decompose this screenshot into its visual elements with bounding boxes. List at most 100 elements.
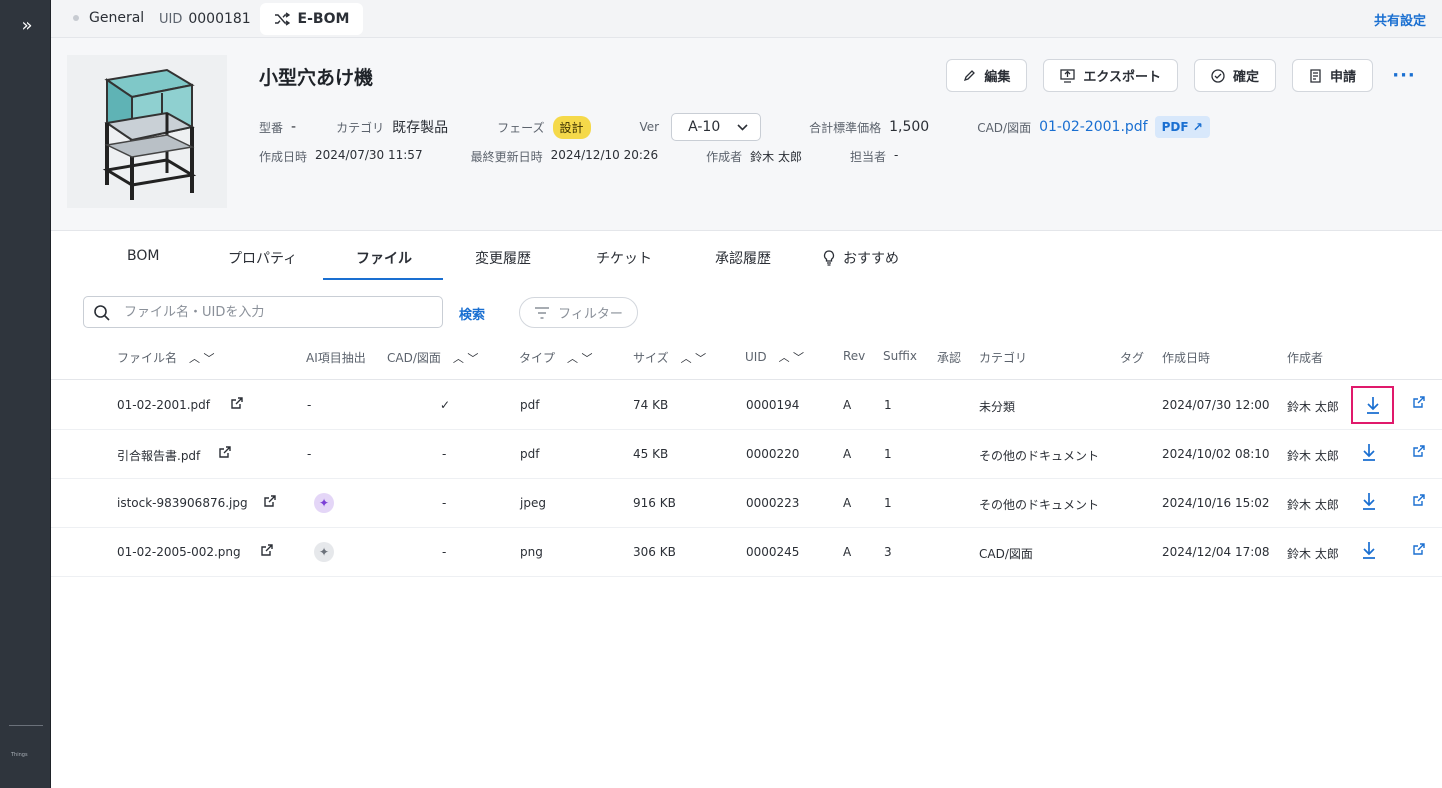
column-uid: UID ︿ ﹀	[745, 349, 804, 365]
download-button[interactable]	[1351, 386, 1394, 424]
ai-sparkle-active-icon[interactable]: ✦	[314, 493, 334, 513]
external-link-icon[interactable]	[263, 495, 276, 508]
column-type-label: タイプ	[519, 351, 556, 365]
external-link-icon[interactable]	[230, 397, 243, 410]
file-rev: A	[843, 447, 852, 461]
sort-cad-icon[interactable]: ︿ ﹀	[453, 350, 479, 366]
model-value: -	[291, 119, 297, 135]
column-rev: Rev	[843, 349, 865, 363]
open-external-icon[interactable]	[1412, 543, 1425, 556]
meta-row-2: 作成日時 2024/07/30 11:57 最終更新日時 2024/12/10 …	[259, 148, 898, 165]
tab-properties[interactable]: プロパティ	[228, 248, 297, 268]
apply-button[interactable]: 申請	[1291, 59, 1373, 92]
column-category-label: カテゴリ	[979, 351, 1028, 365]
file-created: 2024/07/30 12:00	[1162, 398, 1270, 412]
pdf-open-badge[interactable]: PDF ↗	[1154, 116, 1210, 138]
created-value: 2024/07/30 11:57	[315, 148, 423, 162]
file-author: 鈴木 太郎	[1287, 400, 1339, 414]
apply-button-label: 申請	[1329, 70, 1356, 85]
search-input[interactable]	[124, 297, 434, 327]
file-category: 未分類	[979, 400, 1016, 414]
file-created: 2024/10/02 08:10	[1162, 447, 1270, 461]
chevron-down-icon	[737, 123, 748, 131]
tab-change-history[interactable]: 変更履歴	[475, 248, 531, 268]
column-approval-label: 承認	[937, 351, 962, 365]
filter-button-label: フィルター	[558, 307, 623, 322]
author-value: 鈴木 太郎	[750, 150, 802, 164]
tab-ebom-label: E-BOM	[297, 11, 350, 27]
sort-type-icon[interactable]: ︿ ﹀	[567, 350, 593, 366]
tab-approval-history[interactable]: 承認履歴	[715, 248, 771, 268]
assignee-value: -	[894, 148, 899, 162]
tab-files[interactable]: ファイル	[356, 248, 412, 268]
app-logo: Things	[11, 752, 28, 758]
open-external-icon[interactable]	[1412, 445, 1425, 458]
file-category: その他のドキュメント	[979, 498, 1100, 512]
export-icon	[1060, 68, 1075, 83]
file-type: pdf	[520, 398, 540, 412]
edit-button[interactable]: 編集	[946, 59, 1028, 92]
top-bar: General UID 0000181 E-BOM 共有設定	[51, 0, 1442, 38]
share-settings-link[interactable]: 共有設定	[1374, 10, 1426, 29]
confirm-button-label: 確定	[1232, 70, 1259, 85]
sort-uid-icon[interactable]: ︿ ﹀	[779, 349, 805, 365]
tab-bom[interactable]: BOM	[127, 248, 159, 264]
external-link-icon[interactable]	[218, 446, 231, 459]
table-row[interactable]: 01-02-2005-002.png ✦ - png 306 KB 000024…	[51, 528, 1442, 577]
table-row[interactable]: 引合報告書.pdf - - pdf 45 KB 0000220 A 1 その他の…	[51, 430, 1442, 479]
expand-sidebar-icon[interactable]: »	[17, 16, 37, 36]
cad-file-link[interactable]: 01-02-2001.pdf	[1039, 119, 1148, 135]
tab-tickets[interactable]: チケット	[596, 248, 652, 268]
column-suffix-label: Suffix	[883, 349, 917, 363]
tab-recommendations[interactable]: おすすめ	[823, 248, 899, 268]
product-thumbnail	[67, 55, 227, 208]
tab-ebom[interactable]: E-BOM	[260, 3, 363, 35]
download-icon[interactable]	[1362, 443, 1376, 461]
product-header: 小型穴あけ機 編集 エクスポート 確定 申請 ··· 型番 - カテゴリ 既存製…	[51, 38, 1442, 231]
assignee-label: 担当者	[850, 150, 887, 164]
file-name: istock-983906876.jpg	[117, 496, 248, 510]
external-link-icon[interactable]	[260, 544, 273, 557]
download-icon[interactable]	[1362, 541, 1376, 559]
page-title: 小型穴あけ機	[259, 67, 374, 89]
category-value: 既存製品	[392, 120, 449, 136]
version-select[interactable]: A-10	[671, 113, 762, 141]
confirm-button[interactable]: 確定	[1193, 59, 1276, 92]
header-actions: 編集 エクスポート 確定 申請 ···	[946, 59, 1419, 92]
file-name: 01-02-2005-002.png	[117, 545, 241, 559]
author-label: 作成者	[706, 150, 743, 164]
sidebar-divider	[9, 725, 43, 726]
lightbulb-icon	[823, 250, 835, 266]
breadcrumb-general[interactable]: General	[73, 10, 144, 26]
tab-recommendations-label: おすすめ	[843, 251, 899, 267]
column-cad: CAD/図面 ︿ ﹀	[387, 349, 478, 366]
ai-sparkle-inactive-icon[interactable]: ✦	[314, 542, 334, 562]
file-size: 306 KB	[633, 545, 676, 559]
file-created: 2024/10/16 15:02	[1162, 496, 1270, 510]
column-author-label: 作成者	[1287, 351, 1324, 365]
download-icon[interactable]	[1362, 492, 1376, 510]
open-external-icon[interactable]	[1412, 494, 1425, 507]
created-label: 作成日時	[259, 150, 308, 164]
filter-icon	[535, 306, 550, 319]
table-row[interactable]: 01-02-2001.pdf - ✓ pdf 74 KB 0000194 A 1…	[51, 381, 1442, 430]
sort-name-icon[interactable]: ︿ ﹀	[189, 350, 215, 366]
column-type: タイプ ︿ ﹀	[519, 349, 593, 366]
sort-size-icon[interactable]: ︿ ﹀	[681, 350, 707, 366]
shuffle-icon	[274, 12, 290, 26]
more-options-icon[interactable]: ···	[1389, 65, 1419, 86]
meta-row-1: 型番 - カテゴリ 既存製品 フェーズ 設計 Ver A-10 合計標準価格 1…	[259, 112, 1210, 142]
column-approval: 承認	[937, 349, 961, 366]
search-button[interactable]: 検索	[459, 304, 485, 323]
file-uid: 0000194	[746, 398, 800, 412]
open-external-icon[interactable]	[1412, 396, 1425, 409]
updated-label: 最終更新日時	[470, 150, 543, 164]
column-size: サイズ ︿ ﹀	[633, 349, 706, 366]
table-row[interactable]: istock-983906876.jpg ✦ - jpeg 916 KB 000…	[51, 479, 1442, 528]
filter-button[interactable]: フィルター	[519, 297, 638, 328]
workspace-dot-icon	[73, 15, 79, 21]
uid-value: 0000181	[188, 11, 251, 27]
export-button[interactable]: エクスポート	[1043, 59, 1178, 92]
cad-value: -	[442, 496, 447, 510]
file-uid: 0000245	[746, 545, 800, 559]
